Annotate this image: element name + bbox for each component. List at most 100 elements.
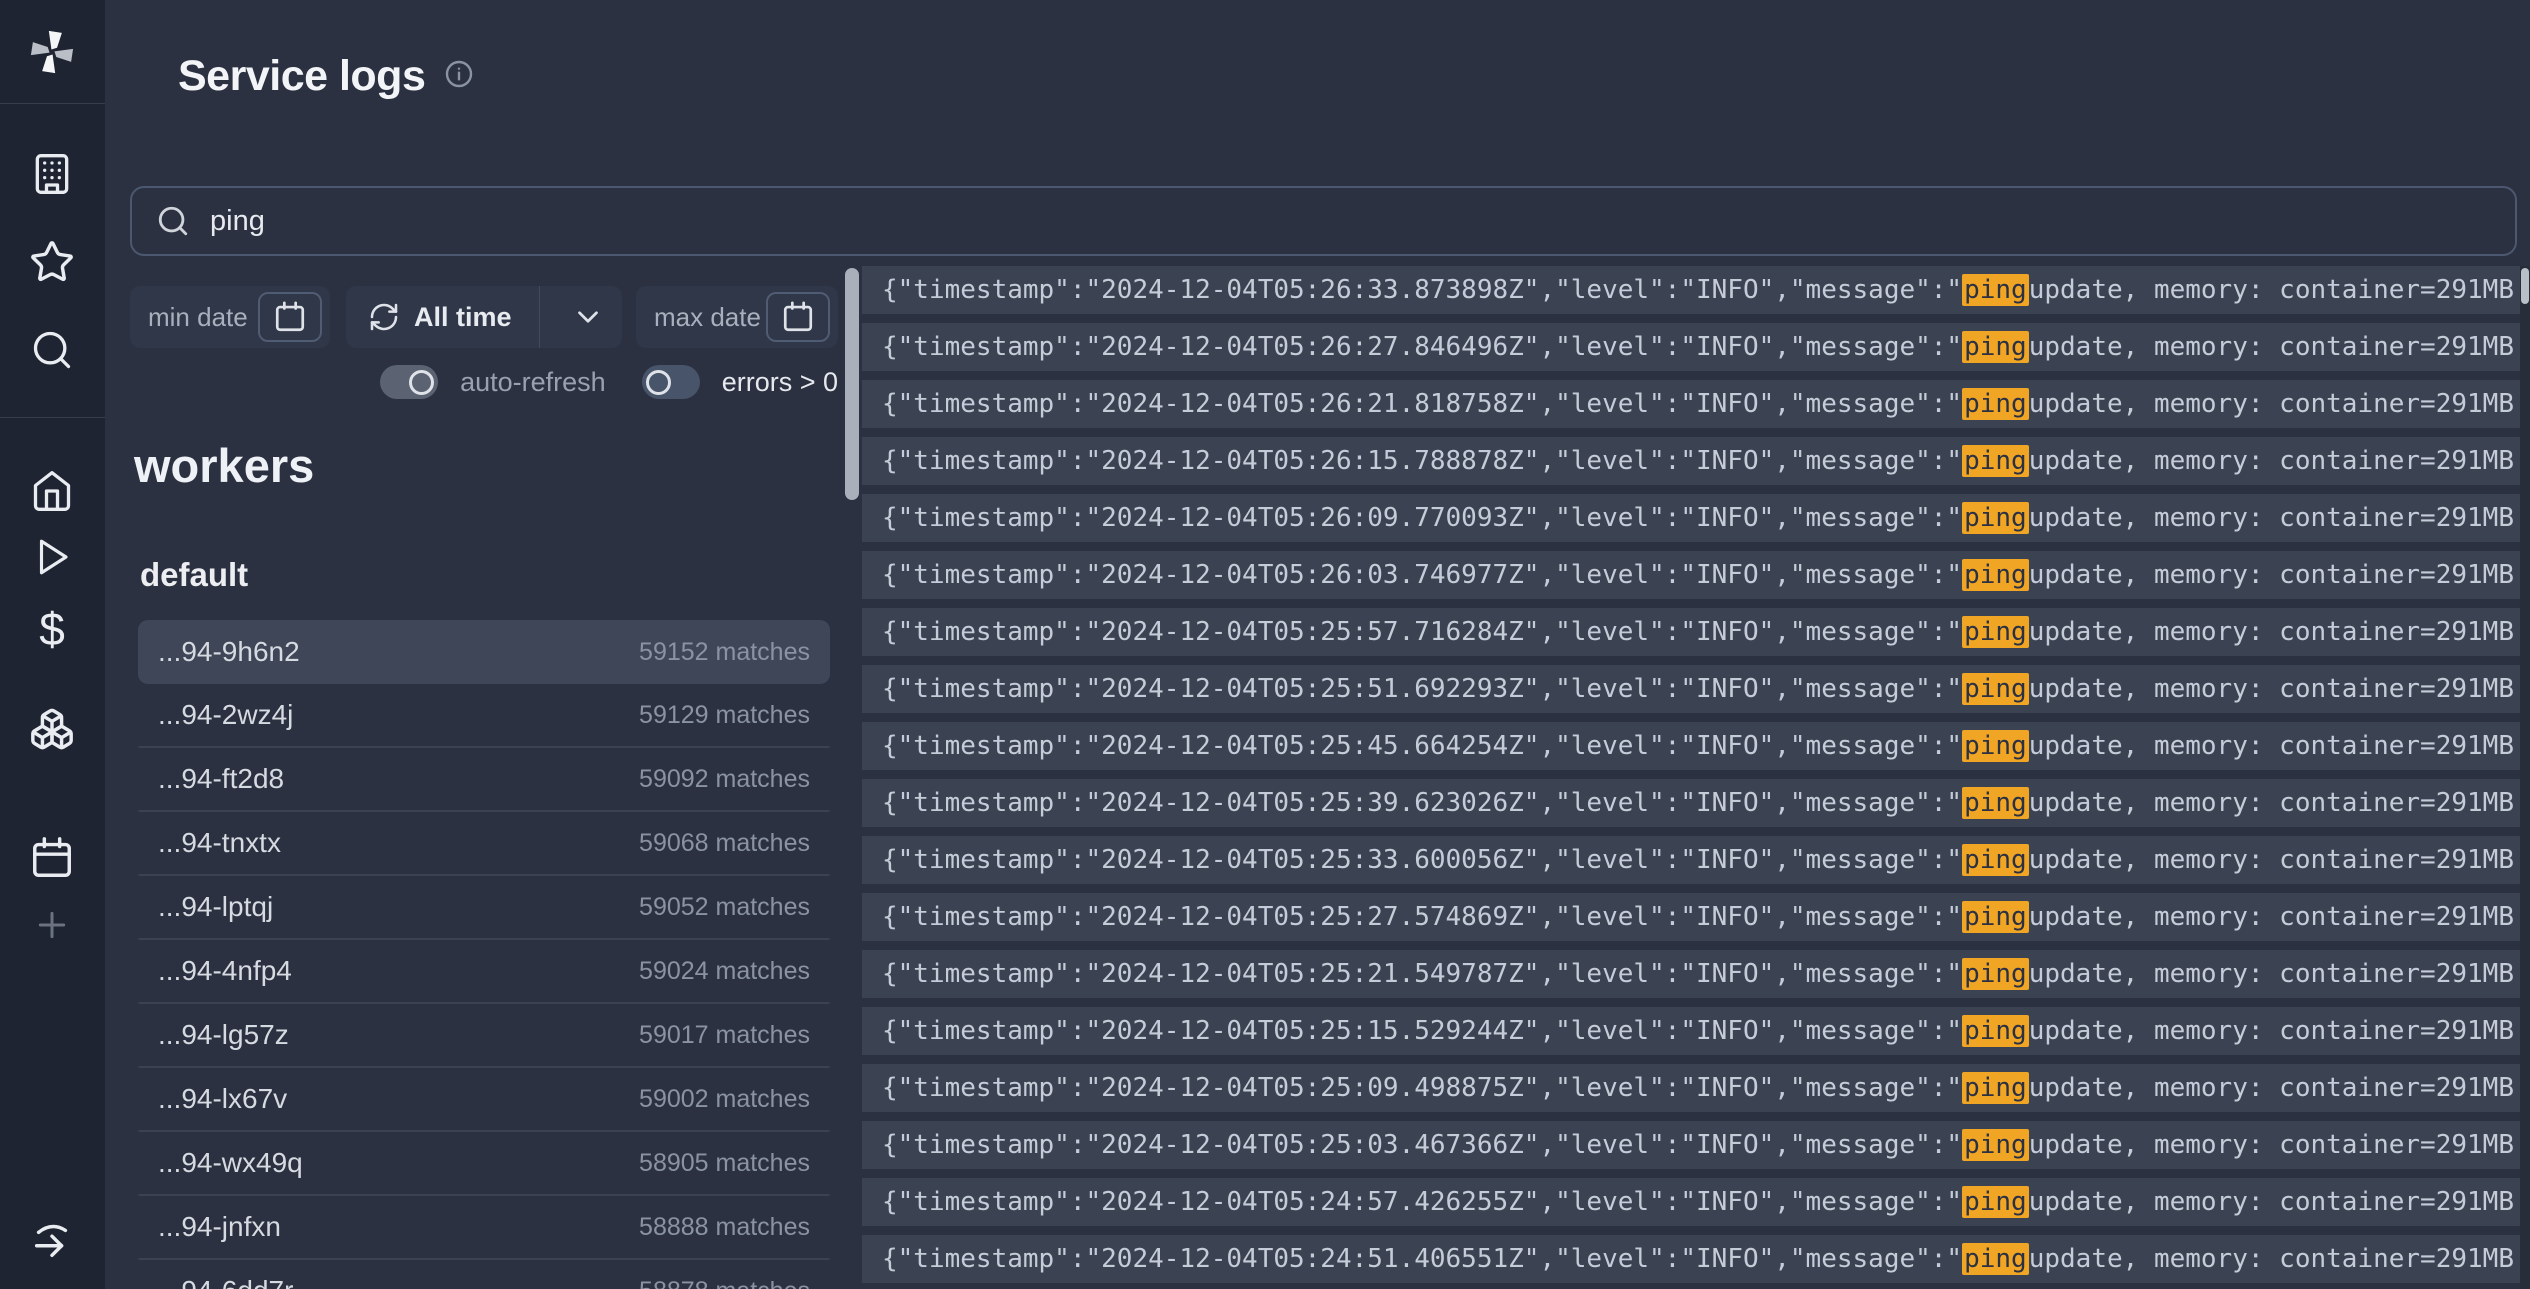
worker-row[interactable]: ...94-lptqj 59052 matches	[138, 876, 830, 940]
time-range-label: All time	[414, 302, 525, 333]
log-suffix: update, memory: container=291MB	[2029, 1187, 2514, 1217]
log-line[interactable]: {"timestamp":"2024-12-04T05:25:21.549787…	[862, 950, 2530, 998]
favorites-star-icon[interactable]	[29, 239, 75, 285]
log-line[interactable]: {"timestamp":"2024-12-04T05:26:21.818758…	[862, 380, 2530, 428]
log-suffix: update, memory: container=291MB	[2029, 1016, 2514, 1046]
workers-heading: workers	[134, 438, 314, 493]
log-mid: ","level":"INFO","message":"	[1524, 332, 1962, 362]
worker-match-count: 58905 matches	[639, 1149, 810, 1178]
search-match-highlight: ping	[1962, 274, 2029, 306]
log-scrollbar-right-track[interactable]	[2520, 266, 2530, 1289]
errors-toggle[interactable]	[642, 365, 700, 399]
search-match-highlight: ping	[1962, 1129, 2029, 1161]
log-timestamp: 2024-12-04T05:26:27.846496Z	[1101, 332, 1524, 362]
search-match-highlight: ping	[1962, 616, 2029, 648]
log-timestamp: 2024-12-04T05:25:03.467366Z	[1101, 1130, 1524, 1160]
log-prefix: {"timestamp":"	[882, 332, 1101, 362]
toggle-knob	[646, 370, 671, 395]
log-prefix: {"timestamp":"	[882, 275, 1101, 305]
log-line[interactable]: {"timestamp":"2024-12-04T05:25:51.692293…	[862, 665, 2530, 713]
log-line[interactable]: {"timestamp":"2024-12-04T05:25:45.664254…	[862, 722, 2530, 770]
log-suffix: update, memory: container=291MB	[2029, 1244, 2514, 1274]
log-line[interactable]: {"timestamp":"2024-12-04T05:25:15.529244…	[862, 1007, 2530, 1055]
worker-match-count: 59024 matches	[639, 957, 810, 986]
add-plus-icon[interactable]	[32, 905, 72, 945]
schedules-calendar-icon[interactable]	[29, 835, 75, 881]
info-icon[interactable]	[443, 52, 475, 101]
log-timestamp: 2024-12-04T05:26:09.770093Z	[1101, 503, 1524, 533]
search-icon[interactable]	[30, 328, 74, 372]
log-timestamp: 2024-12-04T05:25:57.716284Z	[1101, 617, 1524, 647]
time-range-dropdown[interactable]	[554, 300, 622, 334]
log-prefix: {"timestamp":"	[882, 902, 1101, 932]
worker-row[interactable]: ...94-4nfp4 59024 matches	[138, 940, 830, 1004]
home-icon[interactable]	[30, 469, 74, 513]
log-prefix: {"timestamp":"	[882, 1016, 1101, 1046]
worker-match-count: 59092 matches	[639, 765, 810, 794]
log-line[interactable]: {"timestamp":"2024-12-04T05:25:09.498875…	[862, 1064, 2530, 1112]
log-mid: ","level":"INFO","message":"	[1524, 503, 1962, 533]
runs-play-icon[interactable]	[31, 536, 73, 578]
log-line[interactable]: {"timestamp":"2024-12-04T05:26:15.788878…	[862, 437, 2530, 485]
log-line[interactable]: {"timestamp":"2024-12-04T05:26:27.846496…	[862, 323, 2530, 371]
log-suffix: update, memory: container=291MB	[2029, 389, 2514, 419]
worker-list: ...94-9h6n2 59152 matches ...94-2wz4j 59…	[138, 620, 830, 1289]
worker-id: ...94-tnxtx	[158, 827, 281, 859]
log-prefix: {"timestamp":"	[882, 1130, 1101, 1160]
worker-row[interactable]: ...94-ft2d8 59092 matches	[138, 748, 830, 812]
log-timestamp: 2024-12-04T05:26:33.873898Z	[1101, 275, 1524, 305]
log-mid: ","level":"INFO","message":"	[1524, 1073, 1962, 1103]
log-mid: ","level":"INFO","message":"	[1524, 1016, 1962, 1046]
worker-row[interactable]: ...94-tnxtx 59068 matches	[138, 812, 830, 876]
log-prefix: {"timestamp":"	[882, 617, 1101, 647]
time-range-button[interactable]: All time	[346, 286, 622, 348]
log-mid: ","level":"INFO","message":"	[1524, 788, 1962, 818]
worker-row[interactable]: ...94-lg57z 59017 matches	[138, 1004, 830, 1068]
sidebar-divider	[0, 103, 105, 104]
search-match-highlight: ping	[1962, 1072, 2029, 1104]
log-timestamp: 2024-12-04T05:26:03.746977Z	[1101, 560, 1524, 590]
worker-match-count: 58888 matches	[639, 1213, 810, 1242]
log-line[interactable]: {"timestamp":"2024-12-04T05:25:39.623026…	[862, 779, 2530, 827]
min-date-calendar-button[interactable]	[258, 292, 322, 342]
log-line[interactable]: {"timestamp":"2024-12-04T05:25:57.716284…	[862, 608, 2530, 656]
log-suffix: update, memory: container=291MB	[2029, 560, 2514, 590]
log-mid: ","level":"INFO","message":"	[1524, 389, 1962, 419]
worker-row[interactable]: ...94-2wz4j 59129 matches	[138, 684, 830, 748]
worker-id: ...94-ft2d8	[158, 763, 284, 795]
worker-id: ...94-2wz4j	[158, 699, 293, 731]
log-prefix: {"timestamp":"	[882, 503, 1101, 533]
max-date-field[interactable]: max date	[636, 286, 838, 348]
log-line[interactable]: {"timestamp":"2024-12-04T05:26:03.746977…	[862, 551, 2530, 599]
max-date-calendar-button[interactable]	[766, 292, 830, 342]
log-line[interactable]: {"timestamp":"2024-12-04T05:25:03.467366…	[862, 1121, 2530, 1169]
collapse-arrow-icon[interactable]	[29, 1217, 75, 1263]
log-scrollbar-left-thumb[interactable]	[845, 268, 859, 500]
worker-row[interactable]: ...94-wx49q 58905 matches	[138, 1132, 830, 1196]
workspace-building-icon[interactable]	[30, 152, 74, 196]
worker-row[interactable]: ...94-9h6n2 59152 matches	[138, 620, 830, 684]
log-line[interactable]: {"timestamp":"2024-12-04T05:25:33.600056…	[862, 836, 2530, 884]
log-line[interactable]: {"timestamp":"2024-12-04T05:24:51.406551…	[862, 1235, 2530, 1283]
resources-boxes-icon[interactable]	[29, 706, 75, 752]
auto-refresh-toggle[interactable]	[380, 365, 438, 399]
search-match-highlight: ping	[1962, 1015, 2029, 1047]
log-prefix: {"timestamp":"	[882, 560, 1101, 590]
sidebar-divider	[0, 417, 105, 418]
log-suffix: update, memory: container=291MB	[2029, 503, 2514, 533]
log-line[interactable]: {"timestamp":"2024-12-04T05:24:57.426255…	[862, 1178, 2530, 1226]
log-mid: ","level":"INFO","message":"	[1524, 959, 1962, 989]
worker-row[interactable]: ...94-6dd7r 58878 matches	[138, 1260, 830, 1289]
log-line[interactable]: {"timestamp":"2024-12-04T05:25:27.574869…	[862, 893, 2530, 941]
worker-row[interactable]: ...94-lx67v 59002 matches	[138, 1068, 830, 1132]
log-line[interactable]: {"timestamp":"2024-12-04T05:26:09.770093…	[862, 494, 2530, 542]
windmill-logo-icon[interactable]	[26, 26, 78, 78]
log-scrollbar-right-thumb[interactable]	[2521, 268, 2529, 304]
log-suffix: update, memory: container=291MB	[2029, 275, 2514, 305]
search-input[interactable]	[210, 205, 2491, 238]
worker-row[interactable]: ...94-jnfxn 58888 matches	[138, 1196, 830, 1260]
min-date-field[interactable]: min date	[130, 286, 330, 348]
log-prefix: {"timestamp":"	[882, 446, 1101, 476]
log-line[interactable]: {"timestamp":"2024-12-04T05:26:33.873898…	[862, 266, 2530, 314]
variables-dollar-icon[interactable]: $	[39, 602, 65, 656]
